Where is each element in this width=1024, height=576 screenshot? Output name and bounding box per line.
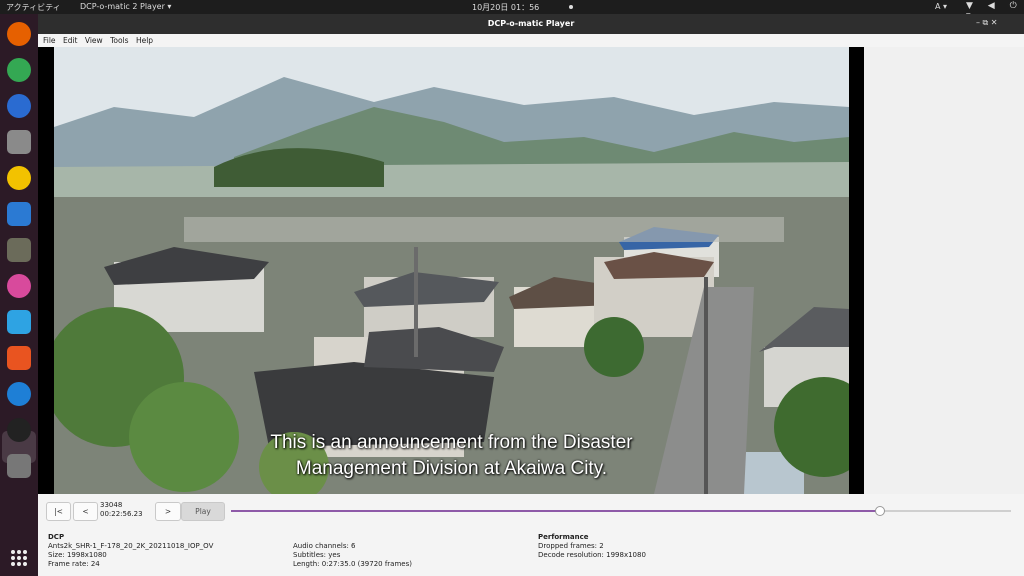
length: Length: 0:27:35.0 (39720 frames) bbox=[293, 560, 412, 568]
play-button[interactable]: Play bbox=[181, 502, 225, 521]
dcpomatic-icon[interactable] bbox=[7, 418, 31, 442]
position-slider[interactable] bbox=[231, 506, 1011, 516]
dock bbox=[0, 14, 38, 576]
clock[interactable]: 10月20日 01：56 bbox=[472, 2, 539, 13]
firefox-icon[interactable] bbox=[7, 22, 31, 46]
position-slider-thumb[interactable] bbox=[874, 506, 885, 516]
window-controls[interactable]: – ⧉ ✕ bbox=[976, 18, 998, 28]
subtitle-line-1: This is an announcement from the Disaste… bbox=[270, 432, 633, 453]
decode-resolution: Decode resolution: 1998x1080 bbox=[538, 551, 646, 559]
dcp-info: DCP Ants2k_SHR-1_F-178_20_2K_20211018_IO… bbox=[48, 533, 213, 569]
position-slider-fill bbox=[231, 510, 880, 512]
colors-icon[interactable] bbox=[7, 274, 31, 298]
dcp-heading: DCP bbox=[48, 533, 65, 541]
go-to-start-button[interactable]: |< bbox=[46, 502, 71, 521]
step-back-button[interactable]: < bbox=[73, 502, 98, 521]
dcp-name: Ants2k_SHR-1_F-178_20_2K_20211018_IOP_OV bbox=[48, 542, 214, 550]
subtitles-status: Subtitles: yes bbox=[293, 551, 341, 559]
chrome-icon[interactable] bbox=[7, 58, 31, 82]
audio-channels: Audio channels: 6 bbox=[293, 542, 356, 550]
subtitle-line-2: Management Division at Akaiwa City. bbox=[295, 458, 608, 479]
frame-number: 33048 bbox=[100, 501, 123, 509]
menu-bar: File Edit View Tools Help bbox=[38, 34, 1024, 47]
thunderbird-icon[interactable] bbox=[7, 94, 31, 118]
show-applications-icon[interactable] bbox=[11, 550, 27, 566]
performance-heading: Performance bbox=[538, 533, 589, 541]
gimp-icon[interactable] bbox=[7, 238, 31, 262]
activities-button[interactable]: アクティビティ bbox=[6, 2, 61, 13]
system-top-bar: アクティビティ DCP-o-matic 2 Player ▾ 10月20日 01… bbox=[0, 0, 1024, 21]
subtitle-overlay: This is an announcement from the Disaste… bbox=[54, 430, 849, 482]
menu-help[interactable]: Help bbox=[136, 36, 153, 45]
menu-tools[interactable]: Tools bbox=[110, 36, 128, 45]
video-scene bbox=[54, 47, 849, 494]
rhythmbox-icon[interactable] bbox=[7, 166, 31, 190]
window-title: DCP-o-matic Player bbox=[487, 19, 575, 28]
position-readout: 33048 00:22:56.23 bbox=[100, 501, 143, 519]
dcp-frame-rate: Frame rate: 24 bbox=[48, 560, 100, 568]
input-method-indicator[interactable]: A ▾ bbox=[935, 2, 947, 11]
files-icon[interactable] bbox=[7, 130, 31, 154]
software-icon[interactable] bbox=[7, 346, 31, 370]
playback-panel: |< < 33048 00:22:56.23 > Play DCP Ants2k… bbox=[38, 494, 1024, 576]
dcp-size: Size: 1998x1080 bbox=[48, 551, 107, 559]
app-menu[interactable]: DCP-o-matic 2 Player ▾ bbox=[80, 2, 171, 11]
menu-file[interactable]: File bbox=[43, 36, 56, 45]
help-icon[interactable] bbox=[7, 382, 31, 406]
audio-info: Audio channels: 6 Subtitles: yes Length:… bbox=[293, 542, 412, 569]
window-titlebar: DCP-o-matic Player – ⧉ ✕ bbox=[38, 14, 1024, 34]
notification-dot-icon bbox=[569, 5, 573, 9]
timecode: 00:22:56.23 bbox=[100, 510, 143, 518]
menu-edit[interactable]: Edit bbox=[63, 36, 78, 45]
writer-icon[interactable] bbox=[7, 202, 31, 226]
video-frame: This is an announcement from the Disaste… bbox=[54, 47, 849, 494]
side-panel bbox=[864, 47, 1024, 494]
video-viewer[interactable]: This is an announcement from the Disaste… bbox=[38, 47, 864, 494]
step-forward-button[interactable]: > bbox=[155, 502, 181, 521]
app-y-icon[interactable] bbox=[7, 310, 31, 334]
dropped-frames: Dropped frames: 2 bbox=[538, 542, 604, 550]
performance-info: Performance Dropped frames: 2 Decode res… bbox=[538, 533, 646, 560]
usb-icon[interactable] bbox=[7, 454, 31, 478]
menu-view[interactable]: View bbox=[85, 36, 103, 45]
